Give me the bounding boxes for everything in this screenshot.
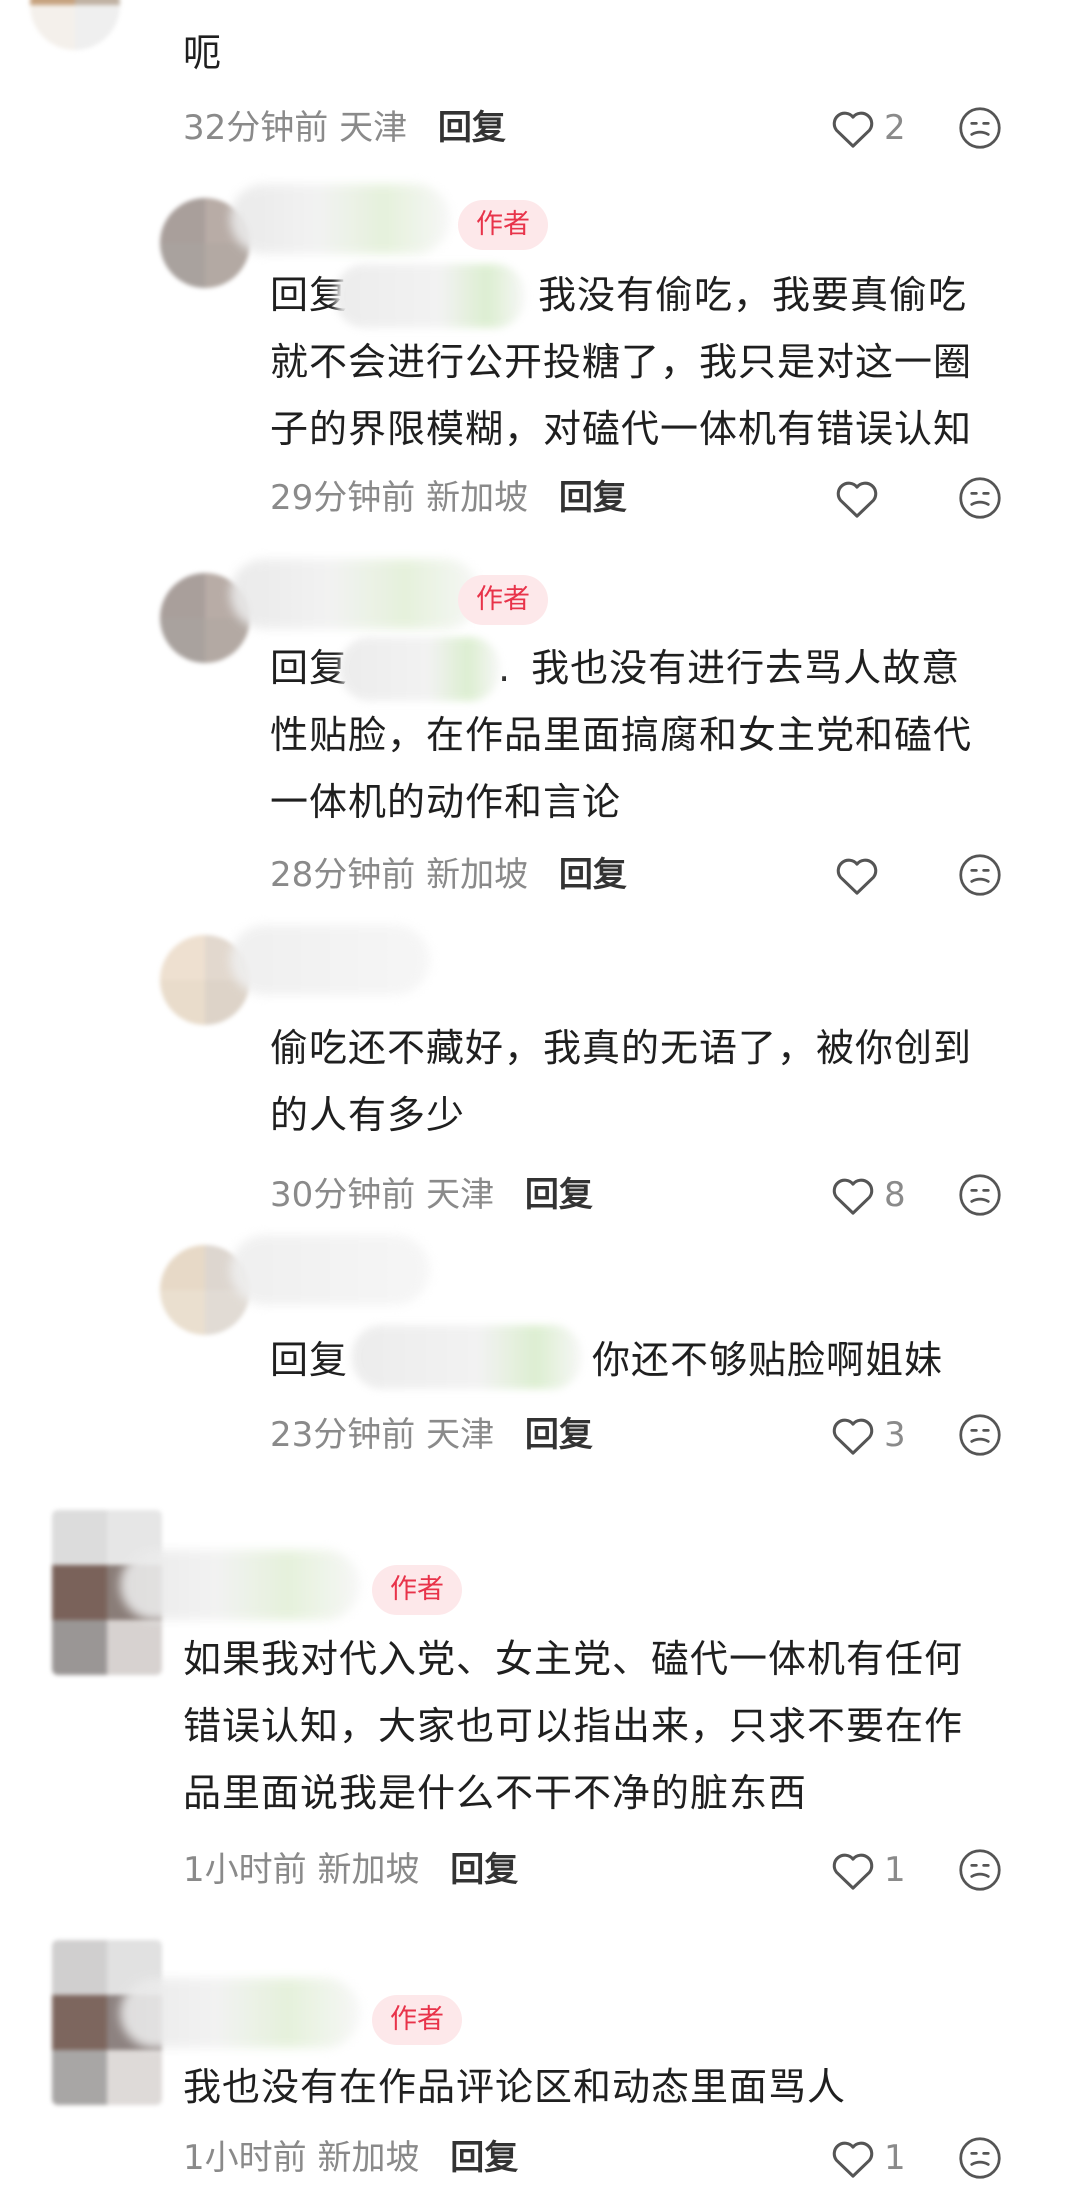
comment-time: 32分钟前 bbox=[183, 108, 329, 148]
like-count: 8 bbox=[884, 1175, 906, 1215]
like-button[interactable]: 1 bbox=[830, 1840, 906, 1900]
comment-item: 回复 你还不够贴脸啊姐妹 23分钟前 天津 回复 3 bbox=[0, 1235, 1080, 1475]
reply-button[interactable]: 回复 bbox=[525, 1175, 593, 1215]
heart-outline-icon bbox=[832, 1418, 874, 1455]
username-redacted[interactable] bbox=[230, 559, 480, 629]
frown-face-icon[interactable] bbox=[958, 106, 1002, 150]
comment-time: 1小时前 bbox=[183, 2138, 307, 2178]
comment-meta: 1小时前 新加坡 回复 bbox=[183, 2128, 518, 2188]
frown-face-icon[interactable] bbox=[958, 1848, 1002, 1892]
comment-text-line: 我也没有进行去骂人故意 bbox=[531, 646, 961, 690]
like-button[interactable]: 1 bbox=[830, 2128, 906, 2188]
username-redacted[interactable] bbox=[230, 1235, 430, 1305]
frown-face-icon[interactable] bbox=[958, 1413, 1002, 1457]
heart-outline-icon bbox=[832, 2141, 874, 2178]
username-redacted[interactable] bbox=[120, 1978, 360, 2048]
reply-target-redacted[interactable] bbox=[352, 1325, 582, 1389]
comment-location: 天津 bbox=[339, 108, 408, 148]
comment-location: 新加坡 bbox=[317, 2138, 420, 2178]
like-button[interactable]: 3 bbox=[830, 1405, 906, 1465]
reply-button[interactable]: 回复 bbox=[450, 1850, 518, 1890]
like-button[interactable]: 8 bbox=[830, 1165, 906, 1225]
comment-item: 作者 回复 我没有偷吃，我要真偷吃 就不会进行公开投糖了，我只是对这一圈 子的界限… bbox=[0, 180, 1080, 550]
comment-location: 天津 bbox=[426, 1175, 495, 1215]
like-button[interactable] bbox=[834, 468, 880, 528]
like-count: 1 bbox=[884, 1850, 906, 1890]
frown-face-icon[interactable] bbox=[958, 853, 1002, 897]
frown-face-icon[interactable] bbox=[958, 1173, 1002, 1217]
comment-item: 作者 回复. 我也没有进行去骂人故意 性贴脸，在作品里面搞腐和女主党和磕代 一体机… bbox=[0, 555, 1080, 925]
comment-meta: 29分钟前 新加坡 回复 bbox=[270, 468, 627, 528]
author-badge: 作者 bbox=[372, 1995, 462, 2045]
comment-meta: 32分钟前 天津 回复 bbox=[183, 98, 506, 158]
reply-target-redacted[interactable] bbox=[335, 264, 525, 328]
reply-prefix: 回复 bbox=[270, 1338, 349, 1382]
comment-meta: 23分钟前 天津 回复 bbox=[270, 1405, 593, 1465]
author-badge: 作者 bbox=[458, 575, 548, 625]
like-button[interactable] bbox=[834, 845, 880, 905]
comment-text: 我也没有在作品评论区和动态里面骂人 bbox=[183, 2065, 847, 2109]
username-redacted[interactable] bbox=[230, 925, 430, 995]
avatar[interactable] bbox=[30, 0, 120, 50]
comment-meta: 28分钟前 新加坡 回复 bbox=[270, 845, 627, 905]
reply-prefix: 回复 bbox=[270, 646, 349, 690]
reply-button[interactable]: 回复 bbox=[559, 478, 627, 518]
comment-location: 新加坡 bbox=[426, 855, 529, 895]
author-badge: 作者 bbox=[372, 1565, 462, 1615]
comment-time: 1小时前 bbox=[183, 1850, 307, 1890]
like-count: 2 bbox=[884, 108, 906, 148]
reply-button[interactable]: 回复 bbox=[525, 1415, 593, 1455]
like-count: 3 bbox=[884, 1415, 906, 1455]
comment-meta: 1小时前 新加坡 回复 bbox=[183, 1840, 518, 1900]
comment-time: 28分钟前 bbox=[270, 855, 416, 895]
reply-target-redacted[interactable] bbox=[340, 637, 500, 701]
comment-text-line: 一体机的动作和言论 bbox=[270, 780, 622, 824]
comment-time: 29分钟前 bbox=[270, 478, 416, 518]
comment-text: 如果我对代入党、女主党、磕代一体机有任何 错误认知，大家也可以指出来，只求不要在… bbox=[183, 1637, 964, 1815]
reply-button[interactable]: 回复 bbox=[438, 108, 506, 148]
comment-text: 呃 bbox=[183, 31, 223, 75]
like-button[interactable]: 2 bbox=[830, 98, 906, 158]
comment-item: 作者 我也没有在作品评论区和动态里面骂人 1小时前 新加坡 回复 1 bbox=[0, 1940, 1080, 2212]
comment-time: 30分钟前 bbox=[270, 1175, 416, 1215]
heart-outline-icon bbox=[832, 111, 874, 148]
comment-location: 新加坡 bbox=[426, 478, 529, 518]
comment-time: 23分钟前 bbox=[270, 1415, 416, 1455]
reply-button[interactable]: 回复 bbox=[559, 855, 627, 895]
like-count: 1 bbox=[884, 2138, 906, 2178]
comment-text-line: 性贴脸，在作品里面搞腐和女主党和磕代 bbox=[270, 713, 973, 757]
comment-item: 偷吃还不藏好，我真的无语了，被你创到 的人有多少 30分钟前 天津 回复 8 bbox=[0, 925, 1080, 1225]
heart-outline-icon bbox=[836, 481, 878, 518]
frown-face-icon[interactable] bbox=[958, 2136, 1002, 2180]
heart-outline-icon bbox=[832, 1853, 874, 1890]
frown-face-icon[interactable] bbox=[958, 476, 1002, 520]
author-badge: 作者 bbox=[458, 200, 548, 250]
comment-location: 天津 bbox=[426, 1415, 495, 1455]
heart-outline-icon bbox=[836, 858, 878, 895]
heart-outline-icon bbox=[832, 1178, 874, 1215]
comment-item: 呃 32分钟前 天津 回复 2 bbox=[0, 0, 1080, 160]
username-redacted[interactable] bbox=[120, 1550, 360, 1620]
comment-location: 新加坡 bbox=[317, 1850, 420, 1890]
comment-item: 作者 如果我对代入党、女主党、磕代一体机有任何 错误认知，大家也可以指出来，只求… bbox=[0, 1510, 1080, 1910]
comment-meta: 30分钟前 天津 回复 bbox=[270, 1165, 593, 1225]
comment-text: 偷吃还不藏好，我真的无语了，被你创到 的人有多少 bbox=[270, 1026, 973, 1137]
reply-button[interactable]: 回复 bbox=[450, 2138, 518, 2178]
username-redacted[interactable] bbox=[230, 184, 450, 254]
